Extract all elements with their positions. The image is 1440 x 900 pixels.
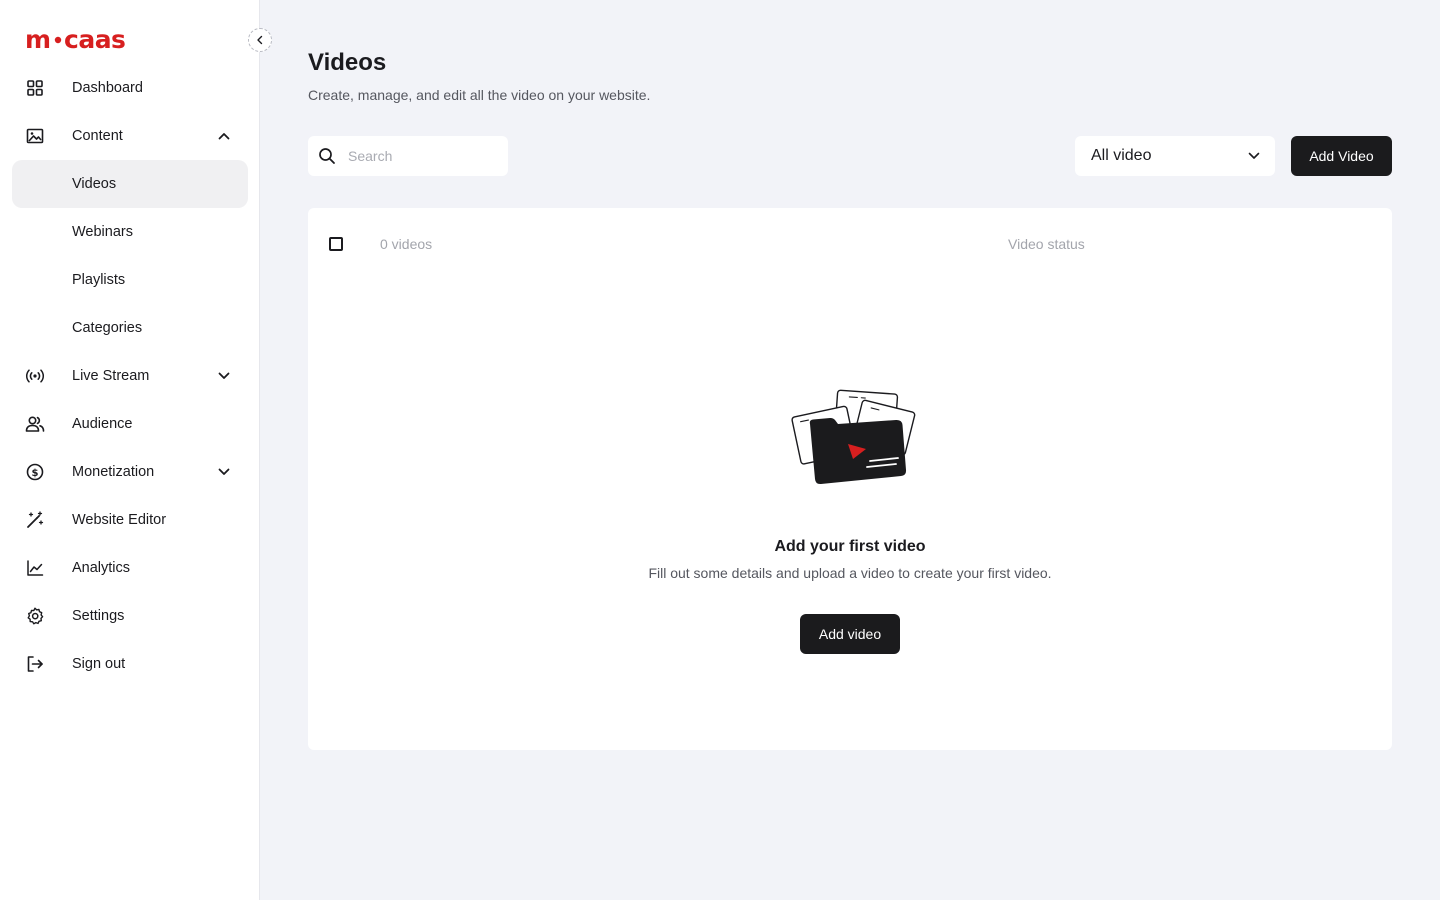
sidebar-item-website-editor[interactable]: Website Editor	[12, 496, 248, 544]
sidebar-item-label: Categories	[72, 320, 143, 336]
broadcast-icon	[25, 366, 45, 386]
sidebar-item-audience[interactable]: Audience	[12, 400, 248, 448]
search-input[interactable]	[346, 136, 502, 176]
sidebar-item-categories[interactable]: Categories	[12, 304, 248, 352]
sidebar-item-label: Website Editor	[72, 512, 167, 528]
chevron-up-icon	[216, 128, 232, 144]
collapse-sidebar-button[interactable]	[248, 28, 272, 52]
svg-text:m: m	[25, 25, 51, 54]
sidebar-item-playlists[interactable]: Playlists	[12, 256, 248, 304]
sidebar-item-label: Analytics	[72, 560, 131, 576]
empty-state-description: Fill out some details and upload a video…	[648, 565, 1052, 581]
empty-state-title: Add your first video	[774, 538, 926, 555]
mcaas-logo-icon: m caas	[25, 25, 126, 54]
chevron-left-icon	[257, 35, 263, 45]
logo[interactable]: m caas	[25, 24, 135, 56]
filter-selected-value: All video	[1091, 147, 1152, 164]
sidebar-item-label: Monetization	[72, 464, 155, 480]
image-icon	[25, 126, 45, 146]
chevron-down-icon	[1247, 149, 1261, 163]
empty-folder-video-icon	[790, 386, 916, 492]
video-status-header: Video status	[1008, 236, 1085, 252]
gear-icon	[25, 606, 45, 626]
main-content: Videos Create, manage, and edit all the …	[260, 0, 1440, 900]
sidebar-item-label: Live Stream	[72, 368, 150, 384]
chevron-down-icon	[216, 464, 232, 480]
sidebar-item-monetization[interactable]: $ Monetization	[12, 448, 248, 496]
sidebar-nav: Dashboard Content Videos Webinars Playli…	[12, 64, 248, 688]
page-subtitle: Create, manage, and edit all the video o…	[308, 87, 651, 103]
add-video-button[interactable]: Add Video	[1291, 136, 1392, 176]
sidebar-item-label: Content	[72, 128, 123, 144]
video-count-label: 0 videos	[380, 236, 433, 252]
sidebar-item-settings[interactable]: Settings	[12, 592, 248, 640]
sidebar: m caas Dashboard Content Videos Webinars…	[0, 0, 272, 900]
dollar-icon: $	[25, 462, 45, 482]
sidebar-item-label: Videos	[72, 176, 117, 192]
sidebar-item-dashboard[interactable]: Dashboard	[12, 64, 248, 112]
videos-panel: 0 videos Video status Add your first vid…	[308, 208, 1392, 750]
select-all-checkbox[interactable]	[329, 237, 343, 251]
sidebar-item-label: Audience	[72, 416, 133, 432]
search-icon	[318, 147, 336, 165]
sidebar-item-live-stream[interactable]: Live Stream	[12, 352, 248, 400]
sidebar-item-label: Sign out	[72, 656, 126, 672]
sidebar-item-label: Webinars	[72, 224, 133, 240]
add-first-video-button[interactable]: Add video	[800, 614, 900, 654]
sign-out-icon	[25, 654, 45, 674]
chevron-down-icon	[216, 368, 232, 384]
video-filter-select[interactable]: All video	[1075, 136, 1275, 176]
sidebar-item-webinars[interactable]: Webinars	[12, 208, 248, 256]
sidebar-item-videos[interactable]: Videos	[12, 160, 248, 208]
page-title: Videos	[308, 49, 387, 76]
sidebar-item-analytics[interactable]: Analytics	[12, 544, 248, 592]
sidebar-item-label: Playlists	[72, 272, 126, 288]
sidebar-item-label: Dashboard	[72, 80, 143, 96]
magic-wand-icon	[25, 510, 45, 530]
svg-text:caas: caas	[64, 25, 125, 54]
users-icon	[25, 414, 45, 434]
search-box	[308, 136, 508, 176]
svg-text:$: $	[32, 468, 39, 479]
sidebar-item-label: Settings	[72, 608, 125, 624]
chart-line-icon	[25, 558, 45, 578]
sidebar-item-sign-out[interactable]: Sign out	[12, 640, 248, 688]
sidebar-item-content[interactable]: Content	[12, 112, 248, 160]
grid-icon	[25, 78, 45, 98]
